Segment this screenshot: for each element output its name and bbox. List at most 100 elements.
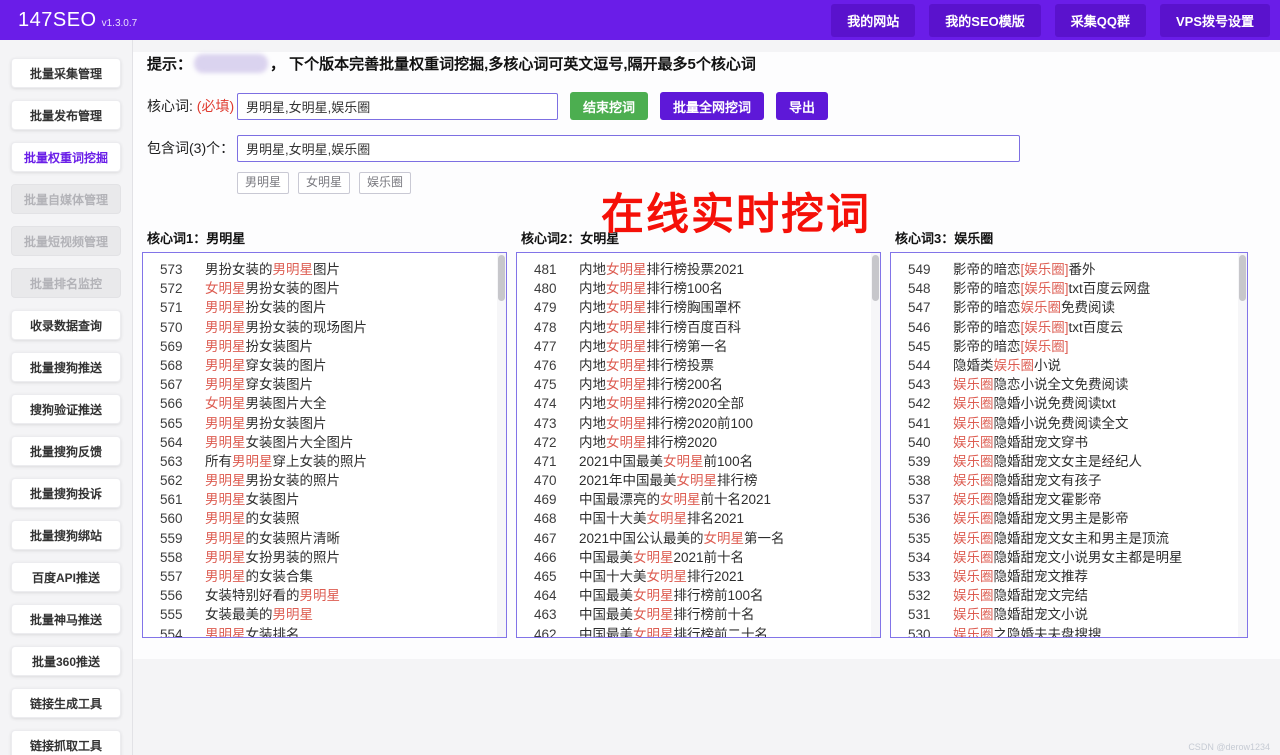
export-button[interactable]: 导出 (776, 92, 829, 120)
keyword-text-post: 隐婚甜宠文推荐 (993, 569, 1089, 584)
keyword-row[interactable]: 477 内地 女明星 排行榜第一名 (517, 337, 880, 356)
keyword-row[interactable]: 571 男明星 扮女装的图片 (143, 298, 506, 317)
keyword-highlight: 男明星 (205, 549, 246, 565)
keyword-row[interactable]: 478 内地 女明星 排行榜百度百科 (517, 318, 880, 337)
keyword-row[interactable]: 558 男明星 女扮男装的照片 (143, 548, 506, 567)
sidebar-item-16[interactable]: 链接生成工具 (11, 688, 121, 718)
scrollbar-thumb[interactable] (498, 255, 505, 301)
keyword-row[interactable]: 559 男明星 的女装照片清晰 (143, 529, 506, 548)
keyword-row[interactable]: 542 娱乐圈 隐婚小说免费阅读txt (891, 394, 1247, 413)
header-nav: 我的网站 我的SEO模版 采集QQ群 VPS拨号设置 (831, 3, 1270, 37)
keyword-row[interactable]: 549 影帝的暗恋 [娱乐圈] 番外 (891, 260, 1247, 279)
keyword-row[interactable]: 535 娱乐圈 隐婚甜宠文女主和男主是顶流 (891, 529, 1247, 548)
keyword-row[interactable]: 464 中国最美 女明星 排行榜前100名 (517, 586, 880, 605)
keyword-text-pre: 内地 (579, 338, 606, 354)
keyword-row[interactable]: 555 女装最美的 男明星 (143, 605, 506, 624)
keyword-row[interactable]: 568 男明星 穿女装的图片 (143, 356, 506, 375)
list-scrollbar[interactable] (1238, 253, 1247, 637)
keyword-row[interactable]: 465 中国十大美 女明星 排行2021 (517, 567, 880, 586)
include-words-input[interactable] (237, 134, 1020, 162)
keyword-row[interactable]: 466 中国最美 女明星 2021前十名 (517, 548, 880, 567)
keyword-rank: 570 (160, 319, 183, 335)
keyword-row[interactable]: 541 娱乐圈 隐婚小说免费阅读全文 (891, 414, 1247, 433)
keyword-row[interactable]: 470 2021年中国最美 女明星 排行榜 (517, 471, 880, 490)
keyword-row[interactable]: 462 中国最美 女明星 排行榜前二十名 (517, 625, 880, 637)
include-tag-1[interactable]: 男明星 (237, 172, 290, 194)
keyword-row[interactable]: 569 男明星 扮女装图片 (143, 337, 506, 356)
sidebar-item-1[interactable]: 批量采集管理 (11, 58, 121, 88)
list-scrollbar[interactable] (871, 253, 880, 637)
keyword-row[interactable]: 563 所有 男明星 穿上女装的照片 (143, 452, 506, 471)
keyword-row[interactable]: 557 男明星 的女装合集 (143, 567, 506, 586)
header-nav-button-4[interactable]: VPS拨号设置 (1159, 3, 1270, 37)
keyword-row[interactable]: 544 隐婚类 娱乐圈 小说 (891, 356, 1247, 375)
keyword-row[interactable]: 476 内地 女明星 排行榜投票 (517, 356, 880, 375)
keyword-row[interactable]: 573 男扮女装的 男明星 图片 (143, 260, 506, 279)
sidebar-item-17[interactable]: 链接抓取工具 (11, 730, 121, 755)
keyword-row[interactable]: 468 中国十大美 女明星 排名2021 (517, 509, 880, 528)
keyword-row[interactable]: 471 2021中国最美 女明星 前100名 (517, 452, 880, 471)
sidebar-item-9[interactable]: 搜狗验证推送 (11, 394, 121, 424)
keyword-row[interactable]: 536 娱乐圈 隐婚甜宠文男主是影帝 (891, 509, 1247, 528)
keyword-row[interactable]: 480 内地 女明星 排行榜100名 (517, 279, 880, 298)
keyword-row[interactable]: 565 男明星 男扮女装图片 (143, 414, 506, 433)
stop-digging-button[interactable]: 结束挖词 (570, 92, 649, 120)
core-words-input[interactable] (237, 92, 558, 120)
keyword-row[interactable]: 538 娱乐圈 隐婚甜宠文有孩子 (891, 471, 1247, 490)
sidebar-item-14[interactable]: 批量神马推送 (11, 604, 121, 634)
sidebar-item-3[interactable]: 批量权重词挖掘 (11, 142, 121, 172)
header-nav-button-2[interactable]: 我的SEO模版 (929, 3, 1041, 37)
scrollbar-thumb[interactable] (872, 255, 879, 301)
keyword-row[interactable]: 539 娱乐圈 隐婚甜宠文女主是经纪人 (891, 452, 1247, 471)
sidebar-item-15[interactable]: 批量360推送 (11, 646, 121, 676)
header-nav-button-1[interactable]: 我的网站 (831, 3, 916, 37)
keyword-row[interactable]: 556 女装特别好看的 男明星 (143, 586, 506, 605)
keyword-row[interactable]: 469 中国最漂亮的 女明星 前十名2021 (517, 490, 880, 509)
list-scrollbar[interactable] (497, 253, 506, 637)
keyword-row[interactable]: 561 男明星 女装图片 (143, 490, 506, 509)
include-tag-2[interactable]: 女明星 (298, 172, 351, 194)
keyword-row[interactable]: 531 娱乐圈 隐婚甜宠文小说 (891, 605, 1247, 624)
header-nav-button-3[interactable]: 采集QQ群 (1054, 3, 1146, 37)
batch-dig-button[interactable]: 批量全网挖词 (660, 92, 765, 120)
keyword-row[interactable]: 564 男明星 女装图片大全图片 (143, 433, 506, 452)
keyword-row[interactable]: 467 2021中国公认最美的 女明星 第一名 (517, 529, 880, 548)
sidebar-item-12[interactable]: 批量搜狗绑站 (11, 520, 121, 550)
keyword-row[interactable]: 560 男明星 的女装照 (143, 509, 506, 528)
keyword-row[interactable]: 479 内地 女明星 排行榜胸围罩杯 (517, 298, 880, 317)
keyword-row[interactable]: 562 男明星 男扮女装的照片 (143, 471, 506, 490)
keyword-row[interactable]: 554 男明星 女装排名 (143, 625, 506, 637)
keyword-row[interactable]: 548 影帝的暗恋 [娱乐圈] txt百度云网盘 (891, 279, 1247, 298)
keyword-row[interactable]: 570 男明星 男扮女装的现场图片 (143, 318, 506, 337)
keyword-rank: 545 (908, 338, 931, 354)
keyword-row[interactable]: 473 内地 女明星 排行榜2020前100 (517, 414, 880, 433)
sidebar-item-7[interactable]: 收录数据查询 (11, 310, 121, 340)
keyword-row[interactable]: 475 内地 女明星 排行榜200名 (517, 375, 880, 394)
include-tag-3[interactable]: 娱乐圈 (359, 172, 412, 194)
keyword-row[interactable]: 566 女明星 男装图片大全 (143, 394, 506, 413)
keyword-row[interactable]: 532 娱乐圈 隐婚甜宠文完结 (891, 586, 1247, 605)
keyword-row[interactable]: 567 男明星 穿女装图片 (143, 375, 506, 394)
keyword-row[interactable]: 481 内地 女明星 排行榜投票2021 (517, 260, 880, 279)
keyword-row[interactable]: 540 娱乐圈 隐婚甜宠文穿书 (891, 433, 1247, 452)
keyword-row[interactable]: 474 内地 女明星 排行榜2020全部 (517, 394, 880, 413)
keyword-row[interactable]: 572 女明星 男扮女装的图片 (143, 279, 506, 298)
scrollbar-thumb[interactable] (1239, 255, 1246, 301)
keyword-row[interactable]: 546 影帝的暗恋 [娱乐圈] txt百度云 (891, 318, 1247, 337)
keyword-row[interactable]: 472 内地 女明星 排行榜2020 (517, 433, 880, 452)
keyword-row[interactable]: 537 娱乐圈 隐婚甜宠文霍影帝 (891, 490, 1247, 509)
keyword-rank: 466 (534, 549, 557, 565)
keyword-row[interactable]: 533 娱乐圈 隐婚甜宠文推荐 (891, 567, 1247, 586)
sidebar-item-10[interactable]: 批量搜狗反馈 (11, 436, 121, 466)
keyword-row[interactable]: 543 娱乐圈 隐恋小说全文免费阅读 (891, 375, 1247, 394)
sidebar-item-11[interactable]: 批量搜狗投诉 (11, 478, 121, 508)
keyword-row[interactable]: 545 影帝的暗恋 [娱乐圈] (891, 337, 1247, 356)
keyword-row[interactable]: 530 娱乐圈 之隐婚夫夫盘搜搜 (891, 625, 1247, 637)
keyword-row[interactable]: 547 影帝的暗恋 娱乐圈 免费阅读 (891, 298, 1247, 317)
keyword-row[interactable]: 534 娱乐圈 隐婚甜宠文小说男女主都是明星 (891, 548, 1247, 567)
sidebar-item-8[interactable]: 批量搜狗推送 (11, 352, 121, 382)
keyword-row[interactable]: 463 中国最美 女明星 排行榜前十名 (517, 605, 880, 624)
sidebar-item-2[interactable]: 批量发布管理 (11, 100, 121, 130)
keyword-text-pre: 中国最美 (579, 607, 633, 623)
sidebar-item-13[interactable]: 百度API推送 (11, 562, 121, 592)
